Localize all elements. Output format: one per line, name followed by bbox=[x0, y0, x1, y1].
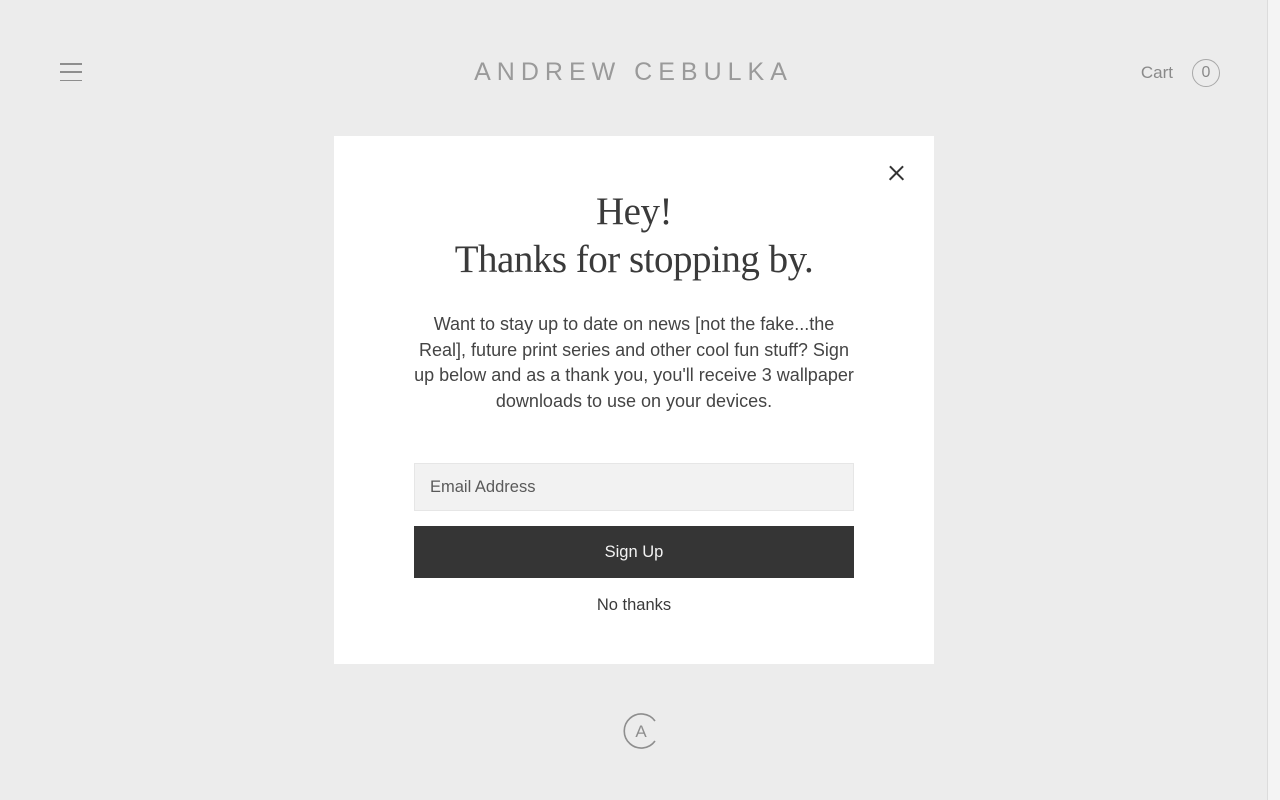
newsletter-popup: Hey! Thanks for stopping by. Want to sta… bbox=[334, 136, 934, 664]
popup-title-line1: Hey! bbox=[596, 190, 672, 233]
monogram-letter: A bbox=[635, 722, 647, 741]
site-header: ANDREW CEBULKA Cart 0 bbox=[0, 0, 1267, 140]
cart-link[interactable]: Cart 0 bbox=[1141, 59, 1220, 87]
no-thanks-link[interactable]: No thanks bbox=[334, 596, 934, 615]
close-icon[interactable] bbox=[885, 162, 907, 184]
email-field[interactable] bbox=[414, 463, 854, 511]
monogram-logo-icon[interactable]: A bbox=[622, 712, 660, 750]
scrollbar[interactable] bbox=[1267, 0, 1280, 800]
cart-label: Cart bbox=[1140, 63, 1173, 82]
sign-up-button[interactable]: Sign Up bbox=[414, 526, 854, 578]
cart-count-badge: 0 bbox=[1192, 59, 1220, 87]
popup-description: Want to stay up to date on news [not the… bbox=[414, 314, 854, 411]
site-logo[interactable]: ANDREW CEBULKA bbox=[0, 58, 1267, 87]
monogram-svg: A bbox=[623, 713, 656, 749]
popup-title: Hey! Thanks for stopping by. bbox=[334, 188, 934, 284]
popup-title-line2: Thanks for stopping by. bbox=[454, 238, 814, 281]
